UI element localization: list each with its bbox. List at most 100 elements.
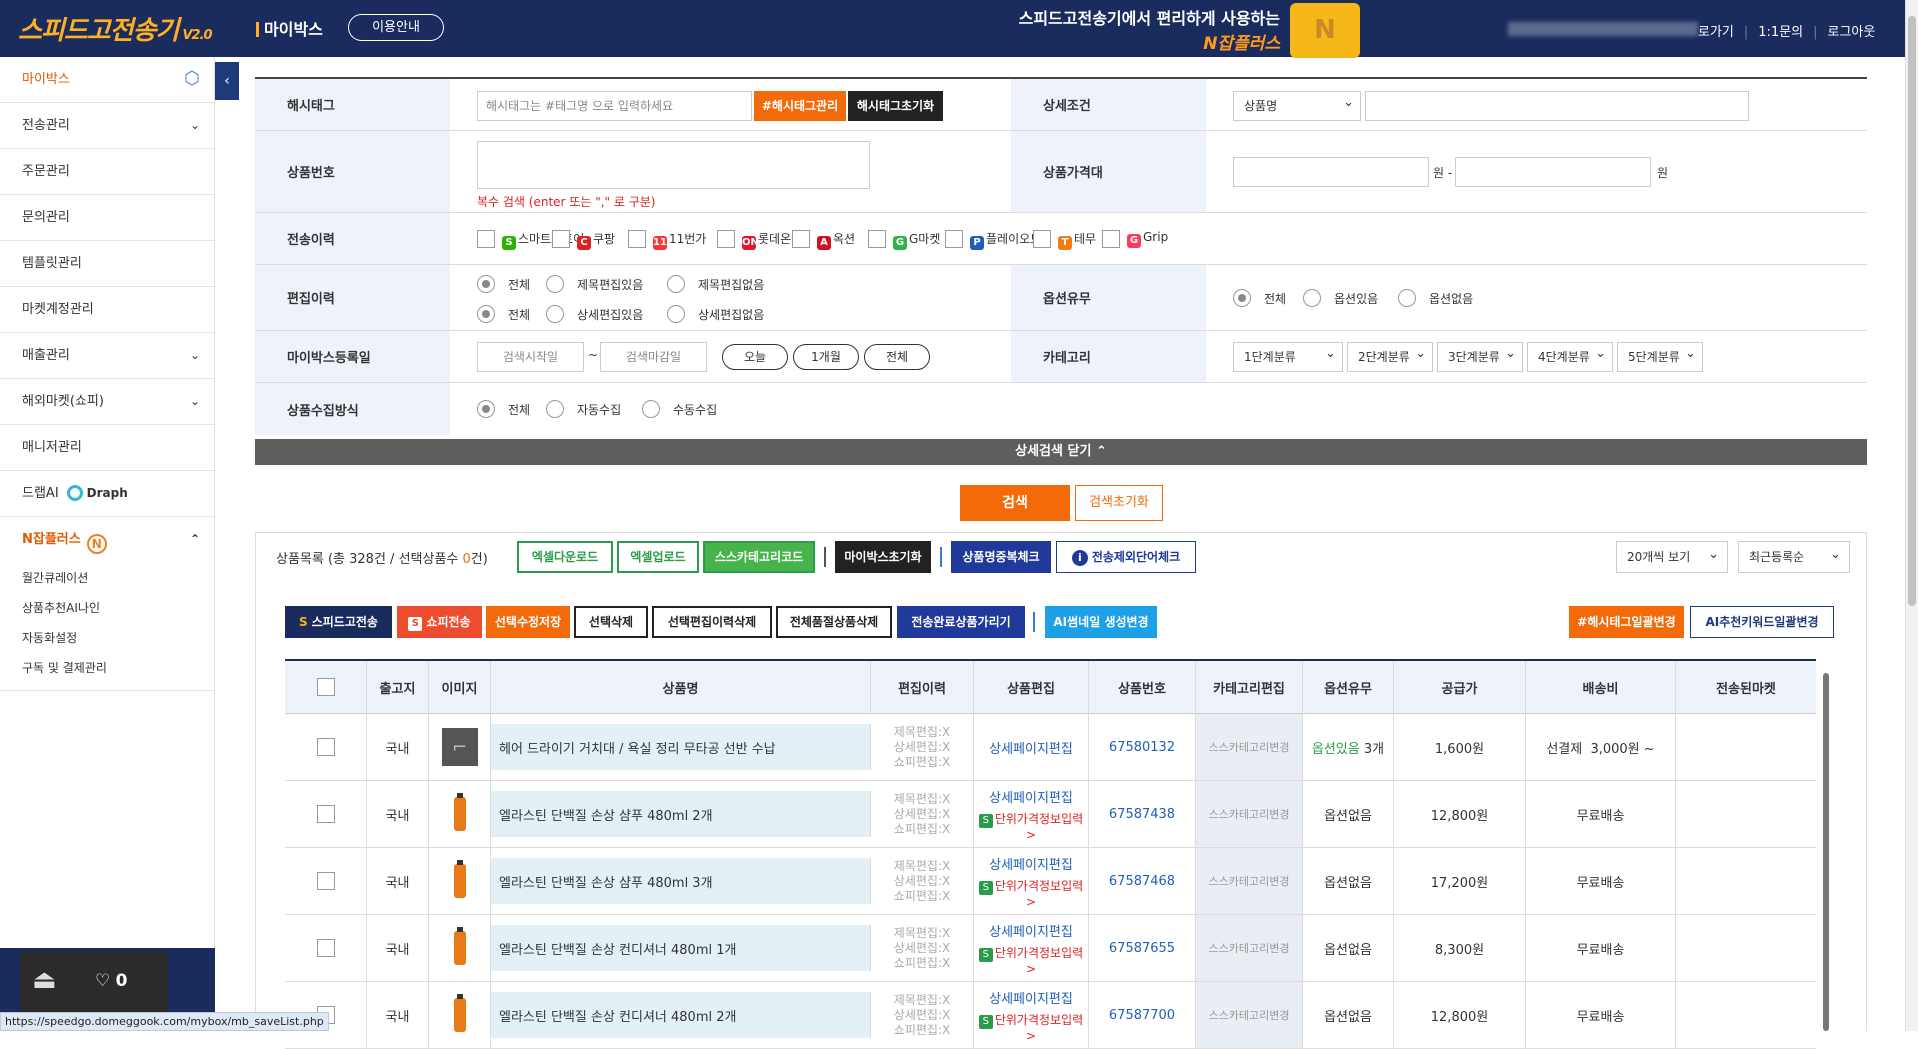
row-product-no[interactable]: 67587468 bbox=[1089, 848, 1196, 914]
excel-upload-button[interactable]: 엑셀업로드 bbox=[617, 541, 699, 573]
row-product-name[interactable]: 엘라스틴 단백질 손상 컨디셔너 480ml 2개 bbox=[491, 992, 871, 1038]
market-checkbox-5[interactable] bbox=[868, 230, 886, 248]
sidebar-item-templates[interactable]: 템플릿관리 bbox=[0, 241, 214, 287]
row-product-name[interactable]: 엘라스틴 단백질 손상 샴푸 480ml 2개 bbox=[491, 791, 871, 837]
ai-keyword-bulk-button[interactable]: AI추천키워드일괄변경 bbox=[1690, 606, 1834, 638]
market-checkbox-0[interactable] bbox=[477, 230, 495, 248]
table-scroll-thumb[interactable] bbox=[1823, 673, 1829, 1031]
save-selected-button[interactable]: 선택수정저장 bbox=[486, 606, 570, 638]
category-select-4[interactable]: 4단계분류 bbox=[1527, 340, 1613, 372]
per-page-select[interactable]: 20개씩 보기 bbox=[1616, 540, 1728, 573]
product-thumbnail[interactable] bbox=[441, 860, 478, 900]
product-thumbnail[interactable]: ⌐ bbox=[441, 728, 478, 766]
hide-sent-button[interactable]: 전송완료상품가리기 bbox=[897, 606, 1025, 638]
hashtag-reset-button[interactable]: 해시태그초기화 bbox=[848, 91, 943, 121]
edit-detail-all-radio[interactable] bbox=[477, 305, 495, 323]
row-product-no[interactable]: 67587700 bbox=[1089, 982, 1196, 1048]
reg-today-button[interactable]: 오늘 bbox=[722, 344, 788, 370]
sidebar-item-orders[interactable]: 주문관리 bbox=[0, 149, 214, 195]
detail-page-edit-link[interactable]: 상세페이지편집 bbox=[989, 988, 1073, 1007]
exclude-word-check-button[interactable]: i 전송제외단어체크 bbox=[1056, 541, 1196, 573]
sidebar-item-mybox[interactable]: 마이박스 ⬡ bbox=[0, 57, 214, 103]
market-checkbox-4[interactable] bbox=[792, 230, 810, 248]
unit-price-link[interactable]: S 단위가격정보입력> bbox=[974, 1011, 1088, 1043]
row-category-edit[interactable]: 스스카테고리변경 bbox=[1196, 982, 1303, 1048]
edit-detail-yes-radio[interactable] bbox=[546, 305, 564, 323]
shopee-send-button[interactable]: S 쇼피전송 bbox=[397, 606, 482, 638]
guide-button[interactable]: 이용안내 bbox=[348, 14, 444, 41]
delete-soldout-button[interactable]: 전체품절상품삭제 bbox=[776, 606, 892, 638]
row-product-no[interactable]: 67580132 bbox=[1089, 714, 1196, 780]
sidebar-item-sales[interactable]: 매출관리 ⌄ bbox=[0, 333, 214, 379]
app-logo[interactable]: 스피드고전송기 V2.0 bbox=[18, 10, 213, 47]
ai-thumbnail-button[interactable]: AI썸네일 생성변경 bbox=[1045, 606, 1157, 638]
sort-select[interactable]: 최근등록순 bbox=[1738, 540, 1850, 573]
row-checkbox[interactable] bbox=[316, 738, 335, 756]
heart-icon[interactable]: ♡ 0 bbox=[95, 971, 128, 991]
sidebar-item-overseas[interactable]: 해외마켓(쇼피) ⌄ bbox=[0, 379, 214, 425]
product-thumbnail[interactable] bbox=[441, 994, 478, 1034]
edit-title-yes-radio[interactable] bbox=[546, 275, 564, 293]
option-yes-radio[interactable] bbox=[1303, 289, 1321, 307]
detail-condition-input[interactable] bbox=[1365, 91, 1749, 121]
unit-price-link[interactable]: S 단위가격정보입력> bbox=[974, 877, 1088, 909]
unit-price-link[interactable]: S 단위가격정보입력> bbox=[974, 944, 1088, 976]
row-checkbox[interactable] bbox=[316, 939, 335, 957]
row-category-edit[interactable]: 스스카테고리변경 bbox=[1196, 781, 1303, 847]
row-product-name[interactable]: 엘라스틴 단백질 손상 샴푸 480ml 3개 bbox=[491, 858, 871, 904]
reg-month-button[interactable]: 1개월 bbox=[793, 344, 859, 370]
product-thumbnail[interactable] bbox=[441, 793, 478, 833]
delete-selected-button[interactable]: 선택삭제 bbox=[574, 606, 648, 638]
market-checkbox-3[interactable] bbox=[717, 230, 735, 248]
select-all-checkbox[interactable] bbox=[316, 678, 335, 696]
row-product-name[interactable]: 헤어 드라이기 거치대 / 욕실 정리 무타공 선반 수납 bbox=[491, 724, 871, 770]
detail-page-edit-link[interactable]: 상세페이지편집 bbox=[989, 787, 1073, 806]
hashtag-bulk-button[interactable]: #해시태그일괄변경 bbox=[1569, 606, 1684, 638]
reg-all-button[interactable]: 전체 bbox=[864, 344, 930, 370]
sidebar-sub-subscription[interactable]: 구독 및 결제관리 bbox=[0, 653, 214, 691]
row-checkbox[interactable] bbox=[316, 805, 335, 823]
sidebar-sub-curation[interactable]: 월간큐레이션 bbox=[0, 563, 214, 593]
sidebar-collapse-button[interactable]: ‹ bbox=[215, 62, 239, 100]
search-reset-button[interactable]: 검색초기화 bbox=[1075, 485, 1163, 521]
page-scrollbar[interactable] bbox=[1905, 0, 1918, 1031]
mybox-reset-button[interactable]: 마이박스초기화 bbox=[835, 541, 931, 573]
market-checkbox-8[interactable] bbox=[1102, 230, 1120, 248]
table-scrollbar[interactable] bbox=[1821, 659, 1831, 1031]
sidebar-item-market-accounts[interactable]: 마켓계정관리 bbox=[0, 287, 214, 333]
sidebar-item-draph-ai[interactable]: 드랩AI Draph bbox=[0, 471, 214, 517]
sidebar-item-inquiries[interactable]: 문의관리 bbox=[0, 195, 214, 241]
product-no-textarea[interactable] bbox=[477, 141, 870, 189]
hashtag-manage-button[interactable]: #해시태그관리 bbox=[754, 91, 846, 121]
row-category-edit[interactable]: 스스카테고리변경 bbox=[1196, 714, 1303, 780]
delete-edit-history-button[interactable]: 선택편집이력삭제 bbox=[652, 606, 772, 638]
excel-download-button[interactable]: 엑셀다운로드 bbox=[517, 541, 613, 573]
category-select-2[interactable]: 2단계분류 bbox=[1347, 340, 1433, 372]
dup-name-check-button[interactable]: 상품명중복체크 bbox=[951, 541, 1051, 573]
row-product-name[interactable]: 엘라스틴 단백질 손상 컨디셔너 480ml 1개 bbox=[491, 925, 871, 971]
collect-manual-radio[interactable] bbox=[642, 400, 660, 418]
market-checkbox-7[interactable] bbox=[1033, 230, 1051, 248]
detail-page-edit-link[interactable]: 상세페이지편집 bbox=[989, 921, 1073, 940]
detail-page-edit-link[interactable]: 상세페이지편집 bbox=[989, 854, 1073, 873]
option-all-radio[interactable] bbox=[1233, 289, 1251, 307]
row-product-no[interactable]: 67587438 bbox=[1089, 781, 1196, 847]
price-min-input[interactable] bbox=[1233, 157, 1429, 187]
promo-banner[interactable]: 스피드고전송기에서 편리하게 사용하는 N잡플러스 N bbox=[1019, 3, 1360, 58]
scroll-top-icon[interactable]: ⏏ bbox=[32, 965, 57, 995]
reg-start-input[interactable]: 검색시작일 bbox=[477, 342, 584, 372]
edit-detail-no-radio[interactable] bbox=[667, 305, 685, 323]
top-link-logout[interactable]: 로그아웃 bbox=[1828, 25, 1876, 40]
hashtag-input[interactable]: 해시태그는 #태그명 으로 입력하세요 bbox=[477, 91, 752, 121]
detail-condition-select[interactable]: 상품명 bbox=[1233, 89, 1361, 121]
collect-auto-radio[interactable] bbox=[546, 400, 564, 418]
sidebar-sub-ai-nine[interactable]: 상품추천AI나인 bbox=[0, 593, 214, 623]
sca-code-button[interactable]: 스스카테고리코드 bbox=[703, 541, 815, 573]
close-detail-search-bar[interactable]: 상세검색 닫기 ⌃ bbox=[255, 439, 1867, 465]
category-select-1[interactable]: 1단계분류 bbox=[1233, 340, 1343, 372]
sidebar-item-njob-plus[interactable]: N잡플러스 N ⌃ bbox=[0, 517, 214, 563]
detail-page-edit-link[interactable]: 상세페이지편집 bbox=[989, 738, 1073, 757]
row-category-edit[interactable]: 스스카테고리변경 bbox=[1196, 915, 1303, 981]
row-checkbox[interactable] bbox=[316, 872, 335, 890]
sidebar-item-managers[interactable]: 매니저관리 bbox=[0, 425, 214, 471]
